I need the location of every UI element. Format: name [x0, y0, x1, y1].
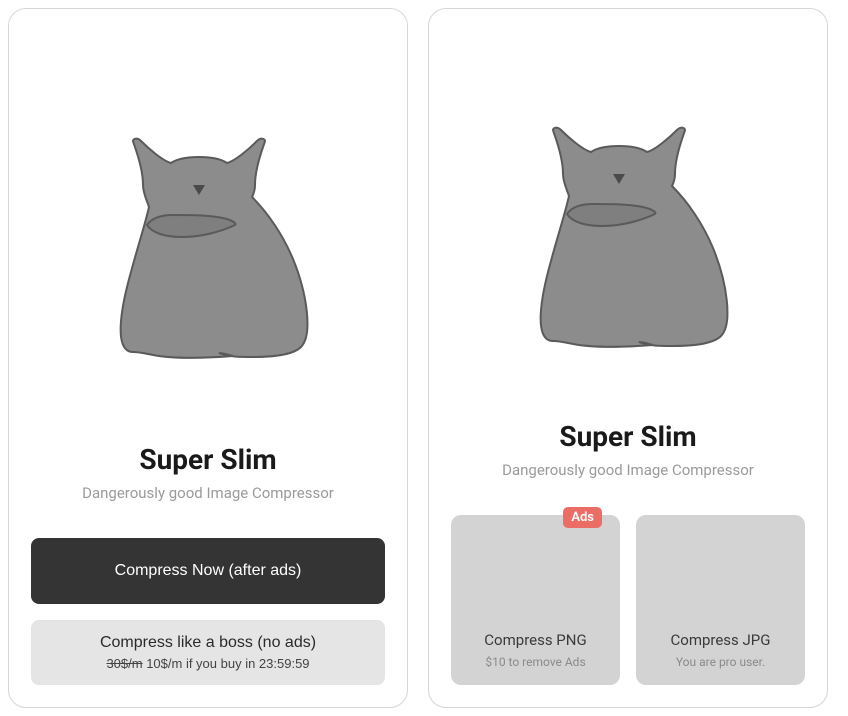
- compress-png-card[interactable]: Ads Compress PNG $10 to remove Ads: [451, 515, 620, 685]
- card-title: Compress PNG: [484, 631, 586, 649]
- compress-options-row: Ads Compress PNG $10 to remove Ads Compr…: [451, 515, 805, 685]
- card-title: Compress JPG: [671, 631, 771, 649]
- secondary-button-label: Compress like a boss (no ads): [100, 634, 316, 652]
- cat-icon: [103, 107, 313, 367]
- app-subtitle: Dangerously good Image Compressor: [82, 484, 334, 502]
- compress-now-button[interactable]: Compress Now (after ads): [31, 538, 385, 604]
- card-subtitle: $10 to remove Ads: [485, 655, 585, 669]
- app-title: Super Slim: [559, 420, 696, 453]
- ads-badge: Ads: [563, 507, 602, 528]
- cat-illustration-container: [451, 31, 805, 420]
- app-subtitle: Dangerously good Image Compressor: [502, 461, 754, 479]
- app-title: Super Slim: [139, 443, 276, 476]
- price-strikethrough: 30$/m: [106, 656, 142, 671]
- card-subtitle: You are pro user.: [676, 655, 765, 669]
- cat-illustration-container: [31, 31, 385, 443]
- cat-icon: [523, 96, 733, 356]
- compress-jpg-card[interactable]: Compress JPG You are pro user.: [636, 515, 805, 685]
- offer-remainder: 10$/m if you buy in 23:59:59: [143, 656, 310, 671]
- screen-variant-cards: Super Slim Dangerously good Image Compre…: [428, 8, 828, 708]
- compress-like-boss-button[interactable]: Compress like a boss (no ads) 30$/m 10$/…: [31, 620, 385, 685]
- screen-variant-ads-buttons: Super Slim Dangerously good Image Compre…: [8, 8, 408, 708]
- secondary-button-offer: 30$/m 10$/m if you buy in 23:59:59: [106, 656, 309, 671]
